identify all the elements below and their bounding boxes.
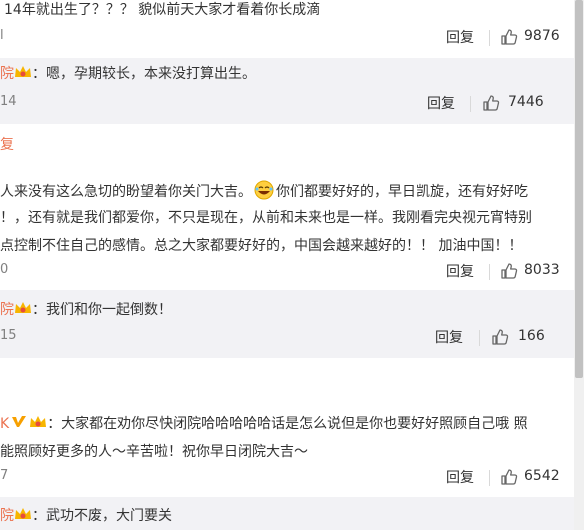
scrollbar-track[interactable] [574,0,584,530]
reply-button[interactable]: 回复 [446,28,474,48]
comment-text-line: K ：大家都在劝你尽快闭院哈哈哈哈哈话是怎么说但是你也要好好照顾自己哦 照 [0,414,528,434]
comment-text-line: ！，还有就是我们都爱你，不只是现在，从前和未来也是一样。我刚看完央视元宵特别 [0,210,532,226]
thumb-up-icon[interactable] [500,262,518,280]
reply-time: 14 [0,94,17,109]
like-count: 166 [518,328,545,344]
scrollbar-thumb[interactable] [575,0,583,378]
reply-button[interactable]: 回复 [427,94,455,114]
reply-item: 院 ：我们和你一起倒数！ [0,300,172,320]
reply-author[interactable]: 院 [0,302,14,318]
crown-badge-icon [15,302,31,313]
reply-text: ：嗯，孕期较长，本来没打算出生。 [32,66,256,82]
thumb-up-icon[interactable] [500,468,518,486]
reply-author[interactable]: 院 [0,508,14,524]
comment-text-line: 人来没有这么急切的盼望着你关门大吉。 你们都要好好的，早日凯旋，还有好好吃 [0,180,528,202]
divider [489,264,490,280]
comment-author[interactable]: K [0,416,9,432]
thumb-up-icon[interactable] [482,94,500,112]
reply-button[interactable]: 回复 [435,328,463,348]
reply-button[interactable]: 回复 [446,262,474,282]
thumb-up-icon[interactable] [500,28,518,46]
comment-text: ：大家都在劝你尽快闭院哈哈哈哈哈话是怎么说但是你也要好好照顾自己哦 照 [47,416,528,432]
like-count: 9876 [524,28,560,44]
reply-item: 院 ：嗯，孕期较长，本来没打算出生。 [0,64,256,84]
like-count: 7446 [508,94,544,110]
divider [479,330,480,346]
reply-text: ：武功不废，大门要关 [32,508,172,524]
like-count: 8033 [524,262,560,278]
divider [489,470,490,486]
like-count: 6542 [524,468,560,484]
comment-text: 14年就出生了？？？ 貌似前天大家才看着你长成滴 [4,2,321,18]
divider [470,96,471,112]
comment-time: l [0,28,4,43]
thumb-up-icon[interactable] [491,328,509,346]
verified-v-icon [12,416,27,427]
comment-time: 0 [0,262,9,277]
comment-text-line: 点控制不住自己的感情。总之大家都要好好的，中国会越来越好的！！ 加油中国！！ [0,238,523,254]
more-replies-link[interactable]: 复 [0,134,14,154]
reply-button[interactable]: 回复 [446,468,474,488]
comment-text-line: 能照顾好更多的人～辛苦啦！祝你早日闭院大吉～ [0,444,308,460]
crown-badge-icon [15,66,31,77]
crown-badge-icon [15,508,31,519]
comment-time: 7 [0,468,9,483]
reply-author[interactable]: 院 [0,66,14,82]
reply-time: 15 [0,328,17,343]
reply-text: ：我们和你一起倒数！ [32,302,172,318]
crown-badge-icon [30,416,47,427]
reply-item: 院 ：武功不废，大门要关 [0,506,172,526]
laughing-emoji-icon [254,180,274,200]
divider [489,30,490,46]
